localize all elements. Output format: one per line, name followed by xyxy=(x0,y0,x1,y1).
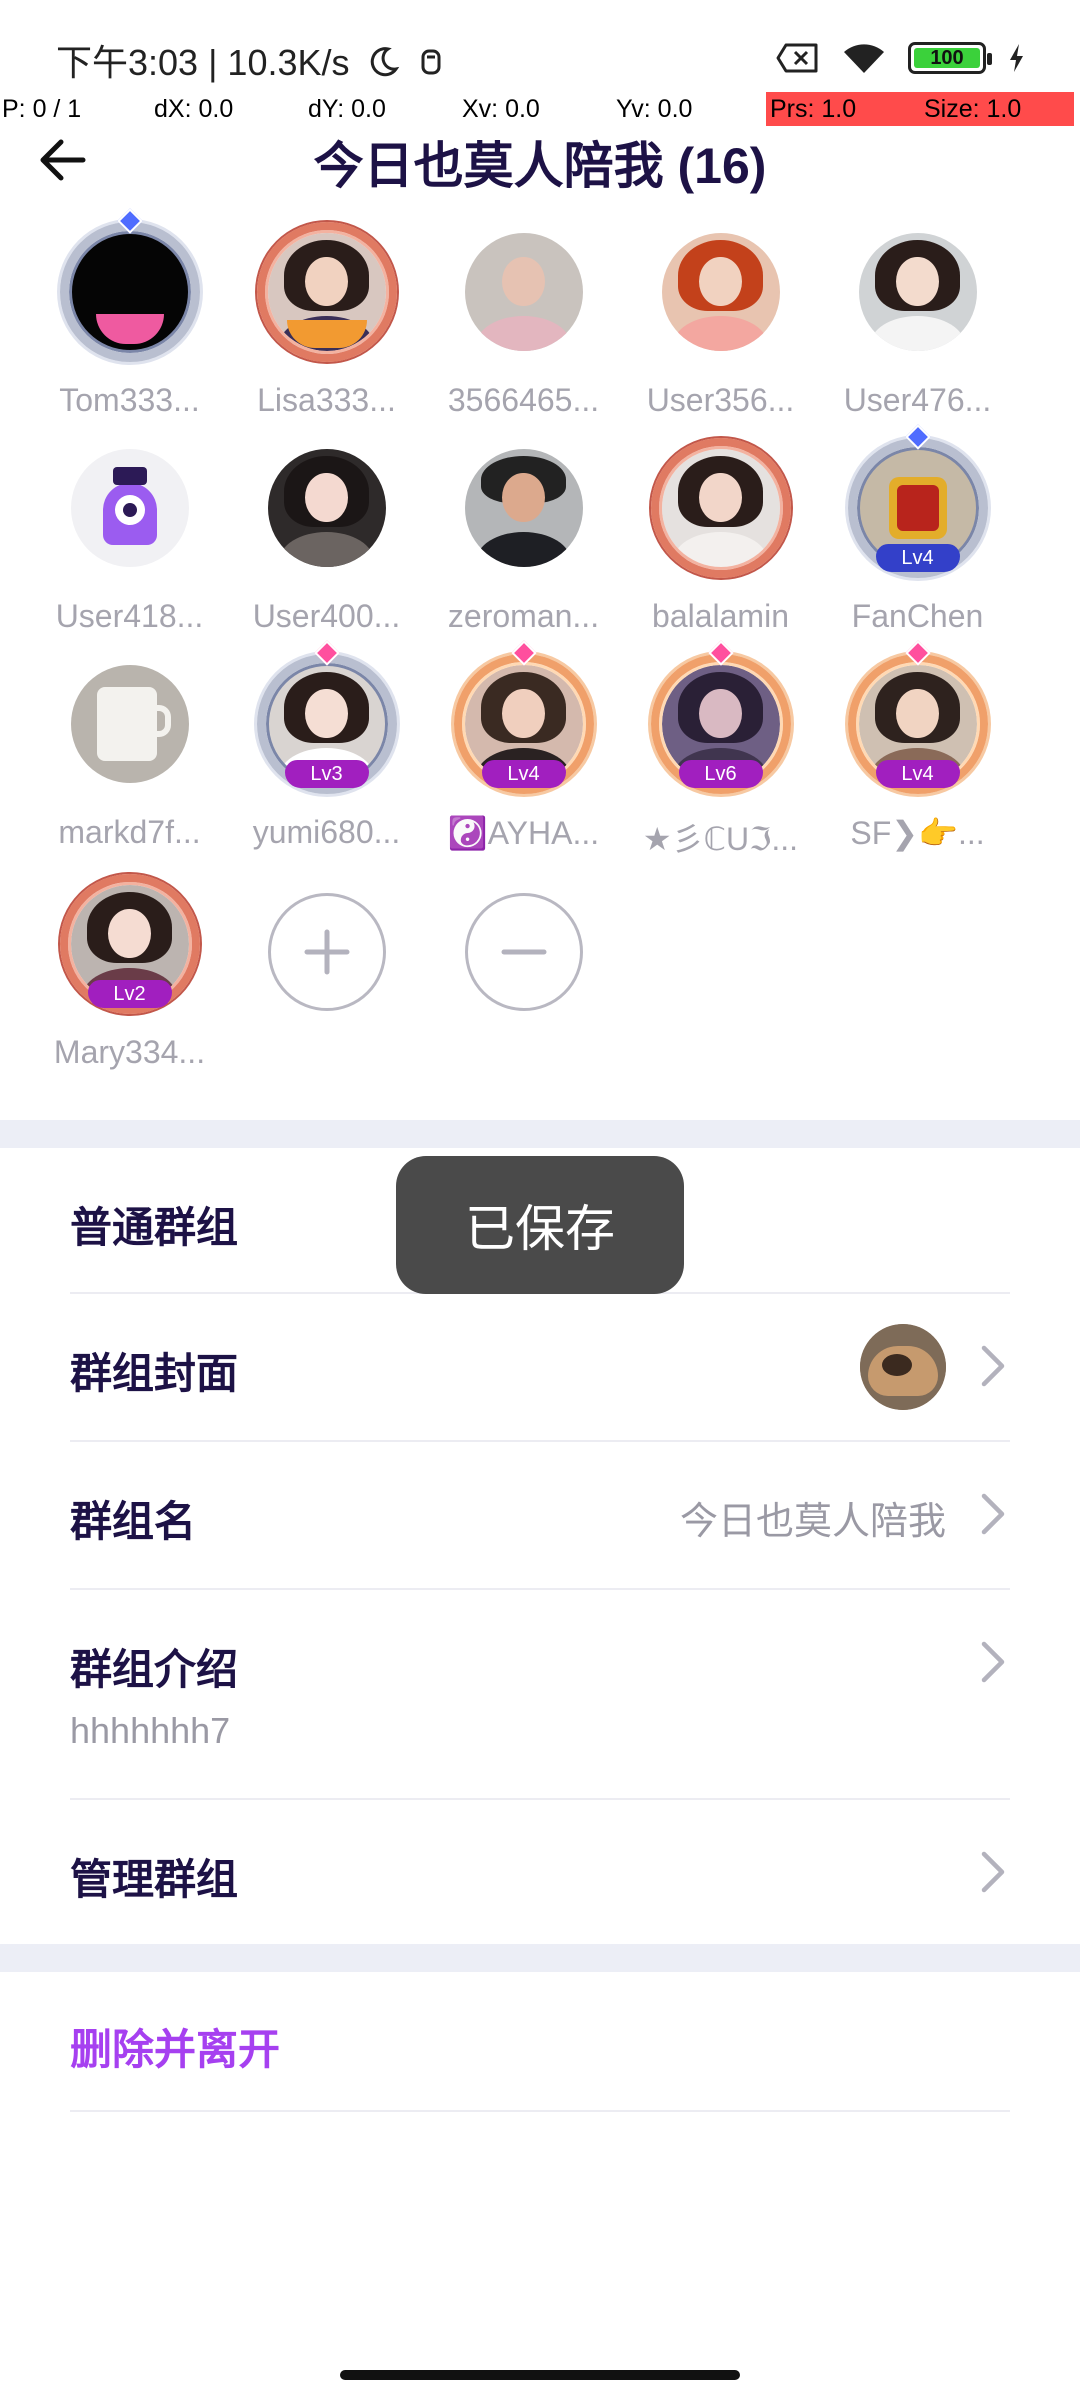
member-name: yumi680... xyxy=(252,814,401,850)
member-item[interactable]: 3566465... xyxy=(425,222,622,432)
member-name: zeroman... xyxy=(447,598,600,634)
status-right: 100 xyxy=(776,38,1026,78)
avatar xyxy=(256,222,397,362)
member-name: 3566465... xyxy=(447,382,600,418)
status-time: 下午3:03 | 10.3K/s xyxy=(56,34,444,88)
member-item[interactable]: Lisa333... xyxy=(228,222,425,432)
plus-icon xyxy=(304,929,350,975)
group-cover-thumbnail xyxy=(860,1324,946,1410)
group-cover-label: 群组封面 xyxy=(70,1350,239,1397)
member-item[interactable]: User418... xyxy=(31,438,228,648)
member-item[interactable]: Lv6 ★彡ℂUℑ... xyxy=(622,640,819,864)
section-separator xyxy=(0,1120,1080,1148)
wifi-icon xyxy=(842,42,886,74)
group-intro-label: 群组介绍 xyxy=(70,1646,239,1693)
saved-toast: 已保存 xyxy=(396,1156,684,1294)
status-time-text: 下午3:03 | 10.3K/s xyxy=(56,42,350,83)
group-settings-screen: 下午3:03 | 10.3K/s 100 P: 0 / 1 dX: 0.0 dY… xyxy=(0,0,1080,2400)
level-badge: Lv6 xyxy=(678,760,763,788)
member-item[interactable]: Lv2 Mary334... xyxy=(31,874,228,1084)
member-name: FanChen xyxy=(851,598,984,634)
group-type-label: 普通群组 xyxy=(70,1204,239,1251)
chevron-right-icon xyxy=(981,1345,1005,1387)
level-badge: Lv2 xyxy=(87,980,172,1008)
chevron-right-icon xyxy=(981,1493,1005,1535)
avatar: Lv3 xyxy=(256,640,397,794)
avatar xyxy=(60,654,200,794)
member-name: SF❯👉... xyxy=(850,815,985,851)
member-name: Tom333... xyxy=(59,382,200,418)
member-name: Mary334... xyxy=(53,1034,206,1070)
avatar xyxy=(848,222,988,362)
manage-group-label: 管理群组 xyxy=(70,1856,239,1903)
avatar: Lv4 xyxy=(453,640,594,794)
member-item[interactable]: Tom333... xyxy=(31,208,228,432)
status-bar: 下午3:03 | 10.3K/s 100 xyxy=(0,0,1080,90)
minus-icon xyxy=(501,949,547,955)
row-divider xyxy=(70,2110,1010,2112)
avatar xyxy=(454,438,594,578)
group-name-row[interactable]: 群组名 今日也莫人陪我 xyxy=(70,1442,1010,1588)
member-item[interactable]: markd7f... xyxy=(31,654,228,864)
avatar xyxy=(60,438,200,578)
member-name: ☯️AYHA... xyxy=(447,815,600,851)
header: 今日也莫人陪我 (16) xyxy=(0,120,1080,206)
charging-icon xyxy=(1008,43,1026,73)
moon-icon xyxy=(366,45,400,88)
member-item[interactable]: Lv3 yumi680... xyxy=(228,640,425,864)
page-title: 今日也莫人陪我 (16) xyxy=(313,138,767,194)
battery-level: 100 xyxy=(930,47,964,69)
avatar xyxy=(650,438,791,578)
chevron-right-icon xyxy=(981,1641,1005,1683)
member-item[interactable]: User356... xyxy=(622,222,819,432)
member-name: ★彡ℂUℑ... xyxy=(642,821,799,857)
level-badge: Lv4 xyxy=(875,544,960,572)
member-name: markd7f... xyxy=(58,814,201,850)
home-indicator[interactable] xyxy=(340,2370,740,2380)
level-badge: Lv3 xyxy=(284,760,369,788)
member-name: balalamin xyxy=(652,598,789,634)
avatar: Lv6 xyxy=(650,640,791,794)
group-name-value: 今日也莫人陪我 xyxy=(679,1501,946,1543)
manage-group-row[interactable]: 管理群组 xyxy=(70,1800,1010,1946)
sim-off-icon xyxy=(776,42,820,74)
delete-and-leave-button[interactable]: 删除并离开 xyxy=(70,2016,280,2077)
member-item[interactable]: Lv4 SF❯👉... xyxy=(819,640,1016,864)
member-item[interactable]: Lv4 FanChen xyxy=(819,424,1016,648)
member-name: Lisa333... xyxy=(257,382,396,418)
group-name-label: 群组名 xyxy=(70,1498,197,1545)
member-name: User356... xyxy=(646,382,795,418)
member-name: User400... xyxy=(252,598,401,634)
group-cover-row[interactable]: 群组封面 xyxy=(70,1294,1010,1440)
battery-icon: 100 xyxy=(908,42,992,74)
chevron-right-icon xyxy=(981,1851,1005,1893)
member-name: User418... xyxy=(55,598,204,634)
member-item[interactable]: User476... xyxy=(819,222,1016,432)
section-separator xyxy=(0,1944,1080,1972)
member-name: User476... xyxy=(843,382,992,418)
notification-icon xyxy=(418,44,444,86)
remove-member-button[interactable] xyxy=(465,893,583,1011)
avatar: Lv4 xyxy=(847,640,988,794)
avatar: Lv2 xyxy=(59,874,200,1014)
avatar: Lv4 xyxy=(847,424,988,578)
member-item[interactable]: zeroman... xyxy=(425,438,622,648)
add-member-button[interactable] xyxy=(268,893,386,1011)
avatar xyxy=(59,208,200,362)
member-item[interactable]: User400... xyxy=(228,438,425,648)
level-badge: Lv4 xyxy=(875,760,960,788)
member-item[interactable]: balalamin xyxy=(622,438,819,648)
member-item[interactable]: Lv4 ☯️AYHA... xyxy=(425,640,622,864)
avatar xyxy=(257,438,397,578)
avatar xyxy=(651,222,791,362)
level-badge: Lv4 xyxy=(481,760,566,788)
group-intro-row[interactable]: 群组介绍 hhhhhhh7 xyxy=(70,1590,1010,1798)
toast-text: 已保存 xyxy=(465,1201,615,1257)
group-intro-value: hhhhhhh7 xyxy=(70,1710,231,1751)
avatar xyxy=(454,222,594,362)
